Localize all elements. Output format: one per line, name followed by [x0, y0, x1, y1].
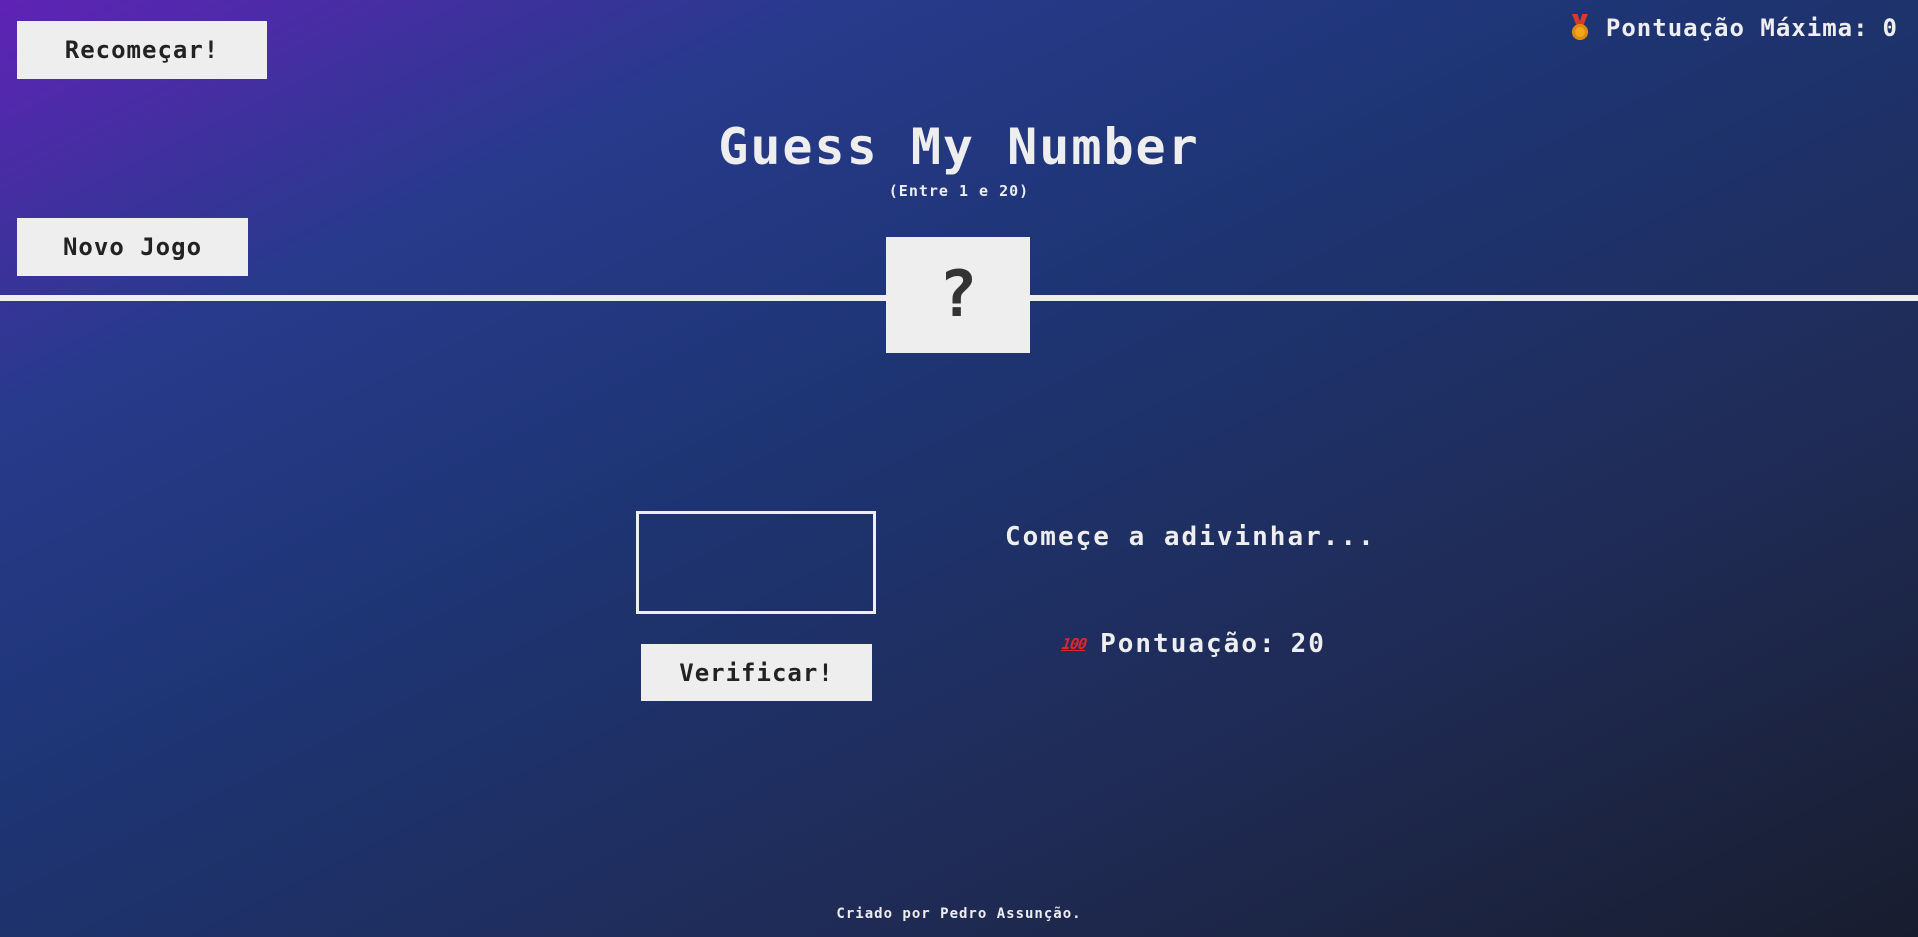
- hundred-points-icon: 100: [1060, 635, 1088, 653]
- highscore-value: 0: [1882, 14, 1898, 42]
- secret-number-box: ?: [886, 237, 1030, 353]
- new-game-button[interactable]: Novo Jogo: [17, 218, 248, 276]
- status-message: Começe a adivinhar...: [1005, 522, 1376, 552]
- guess-input[interactable]: [636, 511, 876, 614]
- score-label: Pontuação:: [1100, 629, 1277, 659]
- range-subtitle: (Entre 1 e 20): [888, 182, 1030, 200]
- medal-icon: [1568, 14, 1592, 42]
- score-display: 100 Pontuação: 20: [1060, 629, 1326, 659]
- restart-button[interactable]: Recomeçar!: [17, 21, 267, 79]
- footer-credit: Criado por Pedro Assunção.: [836, 906, 1082, 922]
- highscore-label: Pontuação Máxima:: [1605, 14, 1869, 42]
- highscore-display: Pontuação Máxima: 0: [1568, 14, 1898, 42]
- score-value: 20: [1290, 629, 1326, 659]
- check-button[interactable]: Verificar!: [641, 644, 872, 701]
- page-title: Guess My Number: [718, 118, 1200, 176]
